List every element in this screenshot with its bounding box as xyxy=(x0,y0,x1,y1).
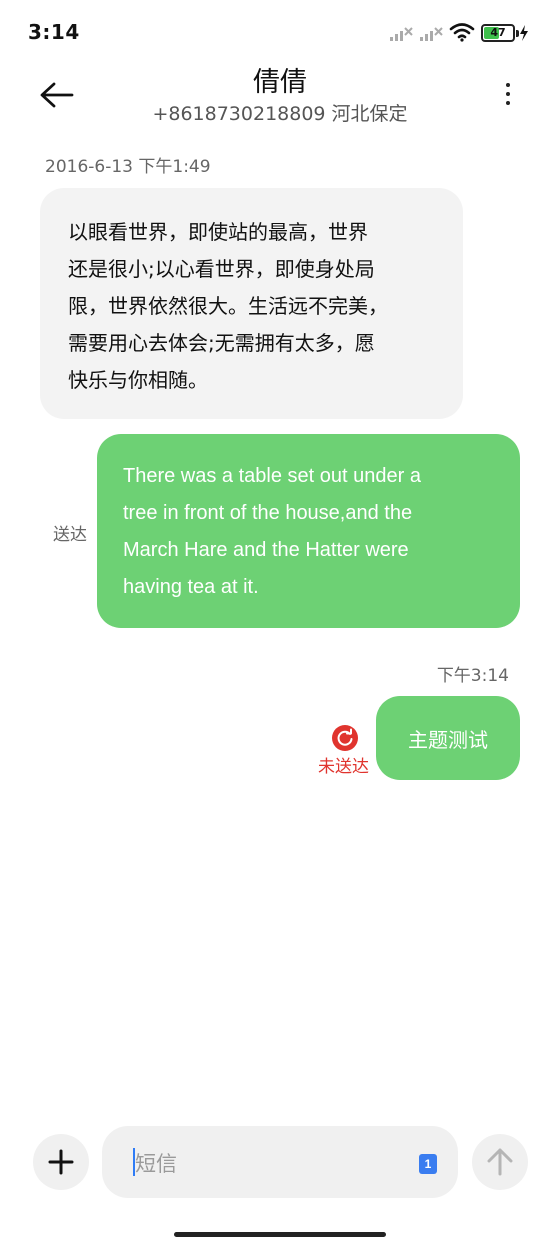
sent-message-text: 主题测试 xyxy=(408,727,488,752)
status-time: 3:14 xyxy=(28,20,80,44)
send-button[interactable] xyxy=(472,1134,528,1190)
arrow-up-icon xyxy=(487,1148,513,1176)
received-message-line: 需要用心去体会;无需拥有太多，愿 xyxy=(68,331,375,355)
sent-message-line: tree in front of the house,and the xyxy=(123,502,413,524)
message-date: 2016-6-13 下午1:49 xyxy=(45,157,211,177)
add-attachment-button[interactable] xyxy=(33,1134,89,1190)
plus-icon xyxy=(48,1149,74,1175)
sim-card-icon[interactable]: 1 xyxy=(419,1154,437,1174)
more-options-button[interactable] xyxy=(494,78,522,110)
wifi-icon xyxy=(449,23,475,42)
sent-message-line: having tea at it. xyxy=(123,576,259,598)
sent-message-bubble-failed[interactable]: 主题测试 xyxy=(376,696,520,780)
received-message-bubble[interactable]: 以眼看世界，即使站的最高，世界 还是很小;以心看世界，即使身处局 限，世界依然很… xyxy=(40,188,463,419)
more-vertical-icon xyxy=(506,83,510,87)
received-message-line: 以眼看世界，即使站的最高，世界 xyxy=(68,220,368,244)
sent-message-line: There was a table set out under a xyxy=(123,465,421,487)
message-time: 下午3:14 xyxy=(436,666,509,686)
sent-message-bubble[interactable]: There was a table set out under a tree i… xyxy=(97,434,520,628)
message-input-placeholder: 短信 xyxy=(135,1152,177,1176)
received-message-line: 限，世界依然很大。生活远不完美， xyxy=(68,294,388,318)
received-message-line: 快乐与你相随。 xyxy=(68,368,208,392)
signal-1-icon xyxy=(390,27,413,41)
not-delivered-status: 未送达 xyxy=(318,757,369,777)
status-bar: 3:14 47 xyxy=(0,0,560,66)
retry-icon[interactable] xyxy=(332,725,358,751)
sent-message-line: March Hare and the Hatter were xyxy=(123,539,409,561)
message-input[interactable]: 短信 1 xyxy=(102,1126,458,1198)
delivered-status: 送达 xyxy=(53,525,87,545)
received-message-line: 还是很小;以心看世界，即使身处局 xyxy=(68,257,375,281)
charging-icon xyxy=(520,25,528,41)
contact-name: 倩倩 xyxy=(253,67,307,98)
contact-number-location: +8618730218809 河北保定 xyxy=(152,103,408,125)
refresh-icon xyxy=(337,728,353,746)
battery-level: 47 xyxy=(490,26,506,39)
signal-2-icon xyxy=(420,27,443,41)
home-indicator[interactable] xyxy=(174,1232,386,1237)
text-caret xyxy=(133,1148,135,1176)
battery-icon: 47 xyxy=(481,24,519,42)
